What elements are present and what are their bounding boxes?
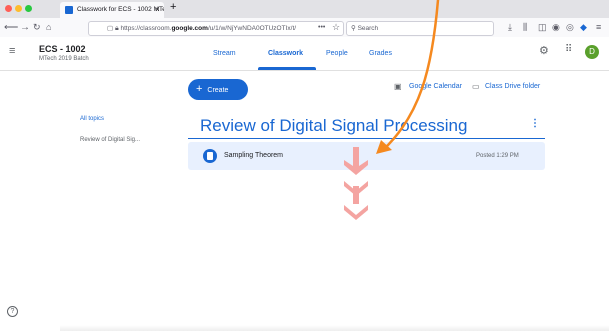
sidebar-item-all-topics[interactable]: All topics: [80, 116, 104, 122]
url-bar[interactable]: ▢ 🔒︎ https://classroom.google.com/u/1/w/…: [88, 21, 344, 36]
library-icon[interactable]: ⫼: [523, 21, 527, 34]
bookmark-star-icon[interactable]: ☆: [332, 21, 340, 34]
create-label: Create: [207, 87, 229, 94]
tab-classwork[interactable]: Classwork: [268, 50, 303, 57]
topic-title: Review of Digital Signal Processing: [200, 116, 468, 135]
search-icon: ⚲: [351, 25, 356, 32]
lock-icon: 🔒︎: [114, 25, 119, 32]
reload-icon[interactable]: ↻: [33, 21, 41, 34]
chevron-stem: [353, 186, 359, 204]
classroom-favicon-icon: [65, 6, 73, 14]
download-icon[interactable]: ⤓: [508, 21, 512, 34]
course-subtitle: MTech 2019 Batch: [39, 56, 89, 62]
plus-icon: +: [196, 83, 203, 95]
calendar-icon: ▣: [394, 82, 402, 91]
home-icon[interactable]: ⌂: [46, 21, 51, 34]
account-icon[interactable]: ◉: [552, 21, 560, 34]
settings-gear-icon[interactable]: ⚙: [539, 44, 549, 57]
chevron-down-icon: [344, 181, 368, 196]
assignment-icon: [203, 149, 217, 163]
tab-close-icon[interactable]: ×: [155, 2, 160, 18]
url-prefix: https://classroom.: [120, 25, 172, 32]
tab-people[interactable]: People: [326, 50, 348, 57]
forward-icon[interactable]: →: [20, 21, 30, 34]
sidebar-item-review-dsp[interactable]: Review of Digital Sig...: [80, 137, 140, 143]
extension-2-icon[interactable]: ◆: [580, 21, 587, 34]
google-calendar-link[interactable]: Google Calendar: [409, 83, 462, 90]
menu-icon[interactable]: ≡: [596, 21, 601, 34]
hamburger-menu-icon[interactable]: ≡: [9, 45, 15, 57]
apps-grid-icon[interactable]: ⠿: [565, 44, 572, 55]
maximize-window-button[interactable]: [25, 5, 32, 12]
tab-grades[interactable]: Grades: [369, 50, 392, 57]
sidebar-icon[interactable]: ◫: [538, 21, 547, 34]
create-button[interactable]: + Create: [188, 79, 248, 100]
search-placeholder: Search: [357, 25, 379, 32]
footer-shadow: [60, 325, 609, 331]
browser-tab[interactable]: Classwork for ECS - 1002 MTec ×: [60, 2, 164, 18]
folder-icon: ▭: [472, 82, 480, 91]
url-suffix: /u/1/w/NjYwNDA0OTUzOTIx/t/: [207, 25, 297, 32]
avatar[interactable]: D: [585, 45, 599, 59]
chevron-down-icon: [344, 186, 368, 220]
back-icon[interactable]: ⟵: [4, 21, 18, 34]
tab-stream[interactable]: Stream: [213, 50, 236, 57]
class-drive-folder-link[interactable]: Class Drive folder: [485, 83, 540, 90]
help-icon[interactable]: ?: [7, 306, 18, 317]
extension-icon[interactable]: ◎: [566, 21, 574, 34]
course-name[interactable]: ECS - 1002: [39, 44, 86, 54]
topic-divider: [188, 138, 545, 139]
minimize-window-button[interactable]: [15, 5, 22, 12]
search-input[interactable]: ⚲ Search: [346, 21, 494, 36]
assignment-title[interactable]: Sampling Theorem: [224, 152, 283, 159]
url-domain: google.com: [171, 25, 208, 32]
assignment-posted-time: Posted 1:29 PM: [476, 153, 519, 159]
page-actions-icon[interactable]: •••: [318, 21, 325, 34]
app-header: [0, 37, 609, 71]
shield-icon: ▢: [107, 25, 114, 32]
close-window-button[interactable]: [5, 5, 12, 12]
new-tab-button[interactable]: +: [170, 1, 176, 13]
active-tab-indicator: [258, 67, 316, 70]
topic-more-icon[interactable]: ⋮: [530, 118, 540, 129]
tab-title: Classwork for ECS - 1002 MTec: [77, 6, 164, 13]
